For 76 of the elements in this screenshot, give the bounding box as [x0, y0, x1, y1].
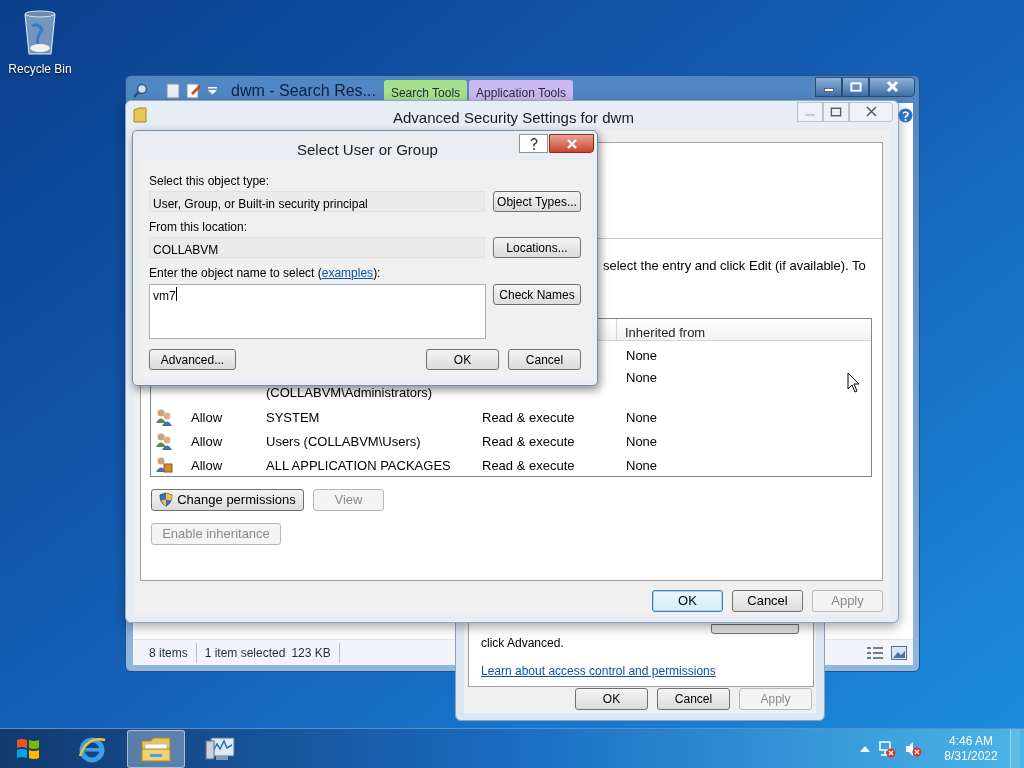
performance-monitor-icon [204, 734, 236, 763]
instruction-text: select the entry and click Edit (if available). To [603, 257, 867, 275]
ribbon-tab[interactable]: Application Tools [469, 80, 573, 102]
table-cell: SYSTEM [266, 409, 320, 425]
table-cell: Allow [191, 409, 223, 425]
maximize-button[interactable] [842, 77, 869, 97]
preview-view-icon [891, 646, 907, 660]
button[interactable]: OK [652, 590, 723, 612]
window-title: Advanced Security Settings for dwm [393, 108, 634, 128]
field-label: From this location: [149, 221, 249, 233]
help-link[interactable]: Learn about access control and permissions [481, 662, 716, 680]
button[interactable]: Cancel [657, 688, 730, 710]
taskbar-button[interactable] [127, 729, 185, 768]
close-button[interactable] [869, 77, 915, 97]
table-cell: Read & execute [482, 433, 575, 449]
column-header[interactable]: Inherited from [617, 318, 706, 340]
close-button[interactable] [849, 102, 893, 122]
close-icon [565, 138, 578, 149]
table-cell: None [626, 433, 658, 449]
magnifier-icon [132, 83, 148, 99]
button[interactable]: Check Names [493, 284, 581, 305]
shield-icon [159, 492, 174, 507]
minimize-button[interactable] [815, 77, 842, 97]
table-cell: None [626, 409, 658, 425]
button[interactable]: Object Types... [493, 191, 581, 212]
text-cursor [175, 287, 177, 301]
button[interactable]: Locations... [493, 237, 581, 258]
table-cell: ALL APPLICATION PACKAGES [266, 457, 451, 473]
table-cell: (COLLABVM\Administrators) [266, 384, 433, 400]
status-text: 8 items [149, 644, 188, 662]
desktop-icon-label[interactable]: Recycle Bin [8, 60, 72, 78]
show-hidden-icons-icon [860, 745, 870, 752]
table-cell: None [626, 369, 658, 385]
folder-icon [133, 107, 147, 123]
name-input-field[interactable]: vm7 [149, 284, 486, 339]
window-title: dwm - Search Res... [231, 81, 376, 101]
mouse-cursor-icon [847, 372, 861, 394]
properties-icon [186, 82, 202, 100]
button[interactable]: Cancel [732, 590, 803, 612]
help-icon [528, 137, 539, 150]
button[interactable]: OK [426, 349, 499, 370]
field-label: Enter the object name to select (examples): [149, 267, 382, 279]
button[interactable]: Advanced... [149, 349, 236, 370]
button[interactable] [711, 624, 799, 634]
table-cell: None [626, 457, 658, 473]
table-cell: None [626, 347, 658, 363]
button[interactable]: Change permissions [151, 488, 304, 511]
table-cell: Users (COLLABVM\Users) [266, 433, 421, 449]
readonly-field: User, Group, or Built-in security principal [149, 191, 485, 212]
status-text: 123 KB [291, 644, 331, 662]
table-cell: Read & execute [482, 409, 575, 425]
close-button[interactable] [549, 134, 594, 153]
dialog-title: Select User or Group [297, 140, 438, 160]
help-button[interactable] [519, 134, 548, 153]
minimize-icon [805, 114, 815, 116]
table-cell: Allow [191, 457, 223, 473]
table-cell: Read & execute [482, 457, 575, 473]
status-text: 1 item selected [204, 644, 286, 662]
readonly-field: COLLABVM [149, 237, 485, 258]
description-text: click Advanced. [481, 635, 564, 652]
network-error-icon [878, 739, 896, 758]
users-icon [155, 407, 173, 426]
minimize-icon [823, 88, 834, 92]
dropdown-icon [208, 87, 217, 95]
packages-icon [155, 455, 173, 474]
users-icon [155, 431, 173, 450]
details-view-icon [867, 646, 883, 660]
ribbon-tab[interactable]: Search Tools [383, 80, 468, 102]
table-cell: Allow [191, 433, 223, 449]
examples-link[interactable]: examples [321, 266, 374, 280]
button[interactable]: Cancel [508, 349, 581, 370]
folder-icon [140, 734, 172, 763]
field-label: Select this object type: [149, 175, 271, 187]
button[interactable]: OK [575, 688, 648, 710]
maximize-button[interactable] [823, 102, 849, 122]
recycle-bin-icon [22, 8, 58, 56]
